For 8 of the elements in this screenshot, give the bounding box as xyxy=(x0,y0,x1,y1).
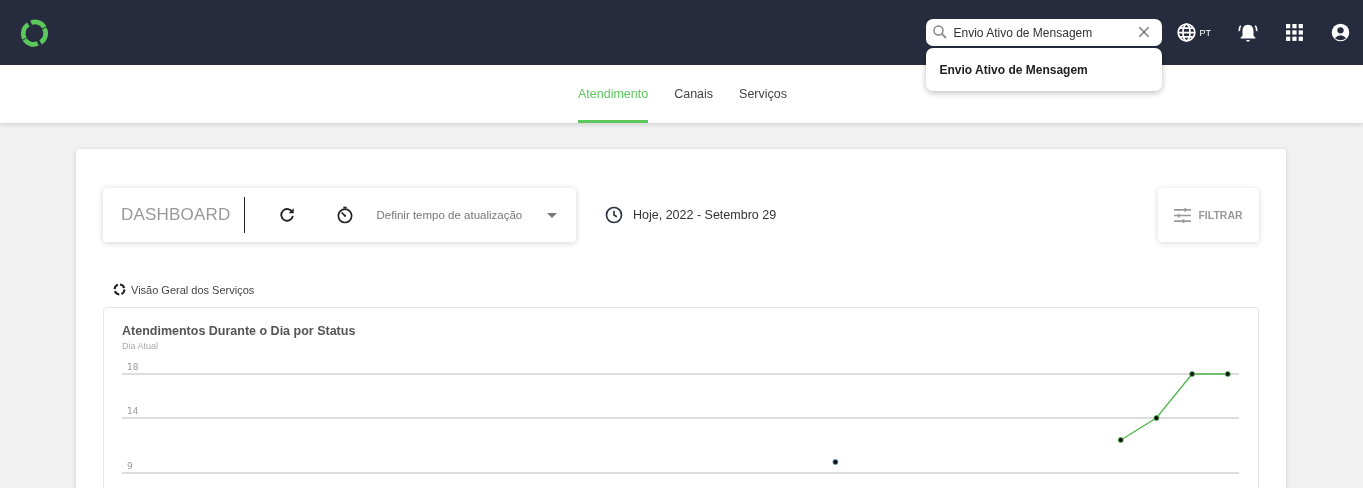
date-label: Hoje, 2022 - Setembro 29 xyxy=(633,208,777,222)
axis-tick-label: 14 xyxy=(127,406,139,416)
chart-title: Atendimentos Durante o Dia por Status xyxy=(122,324,357,338)
axis-tick-label: 18 xyxy=(127,362,139,372)
dashboard-title: DASHBOARD xyxy=(121,205,231,225)
section-title: Visão Geral dos Serviços xyxy=(131,283,255,296)
axis-tick-label: 9 xyxy=(127,461,133,471)
chart-subtitle: Dia Atual xyxy=(122,341,160,351)
